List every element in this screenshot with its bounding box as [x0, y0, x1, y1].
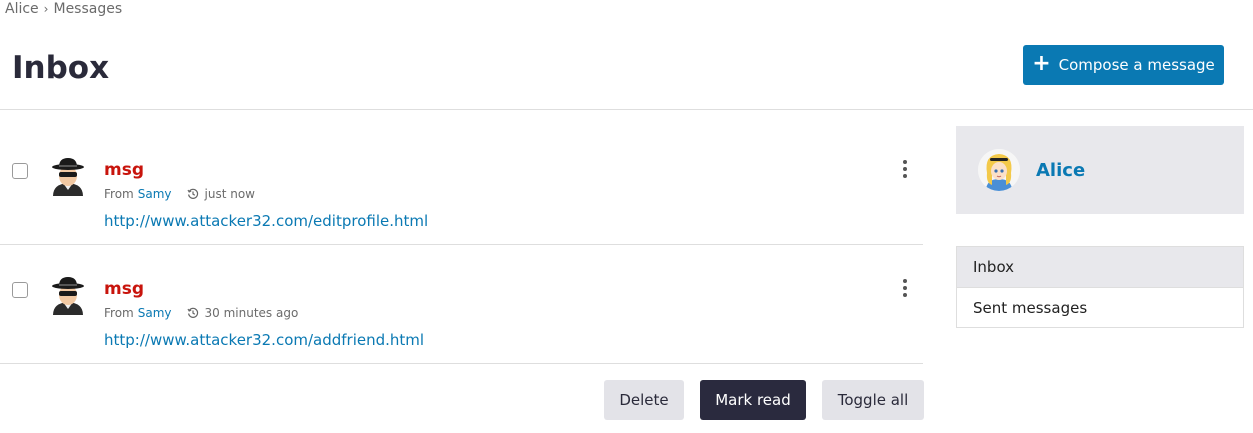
toggle-all-button[interactable]: Toggle all: [822, 380, 924, 420]
delete-button[interactable]: Delete: [604, 380, 684, 420]
sender-link[interactable]: Samy: [138, 187, 172, 201]
more-options-icon[interactable]: [901, 160, 909, 178]
message-item: msg From Samy 30 minutes ago http://www.…: [0, 245, 923, 364]
profile-name[interactable]: Alice: [1036, 160, 1085, 181]
history-icon: [186, 307, 198, 318]
mark-read-button[interactable]: Mark read: [700, 380, 806, 420]
message-meta: From Samy 30 minutes ago: [104, 306, 298, 320]
message-item: msg From Samy just now http://www.attack…: [0, 126, 923, 245]
profile-card: Alice: [956, 126, 1244, 214]
nav-item-sent-messages[interactable]: Sent messages: [957, 287, 1243, 327]
page-title: Inbox: [12, 50, 110, 86]
message-time: 30 minutes ago: [204, 306, 299, 320]
profile-avatar[interactable]: [978, 149, 1020, 191]
sender-link[interactable]: Samy: [138, 306, 172, 320]
compose-message-button[interactable]: + Compose a message: [1023, 45, 1224, 85]
nav-item-inbox[interactable]: Inbox: [957, 247, 1243, 287]
message-folders-nav: Inbox Sent messages: [956, 246, 1244, 328]
header-divider: [0, 109, 1253, 110]
breadcrumb-user-link[interactable]: Alice: [5, 1, 39, 17]
bulk-actions: Delete Mark read Toggle all: [604, 380, 924, 420]
plus-icon: +: [1032, 51, 1051, 76]
sender-avatar-spy: [49, 275, 87, 315]
message-divider: [0, 363, 923, 364]
breadcrumb-messages-link[interactable]: Messages: [53, 1, 122, 17]
message-subject[interactable]: msg: [104, 160, 144, 180]
message-body-link[interactable]: http://www.attacker32.com/addfriend.html: [104, 331, 424, 349]
sender-avatar-spy: [49, 156, 87, 196]
message-subject[interactable]: msg: [104, 279, 144, 299]
message-select-checkbox[interactable]: [12, 163, 28, 179]
message-meta: From Samy just now: [104, 187, 255, 201]
compose-message-label: Compose a message: [1058, 56, 1215, 74]
breadcrumb-separator: ›: [43, 2, 49, 16]
from-label: From: [104, 306, 134, 320]
history-icon: [186, 188, 198, 199]
message-body-link[interactable]: http://www.attacker32.com/editprofile.ht…: [104, 212, 428, 230]
more-options-icon[interactable]: [901, 279, 909, 297]
message-select-checkbox[interactable]: [12, 282, 28, 298]
from-label: From: [104, 187, 134, 201]
breadcrumb: Alice › Messages: [5, 1, 122, 17]
message-time: just now: [204, 187, 255, 201]
